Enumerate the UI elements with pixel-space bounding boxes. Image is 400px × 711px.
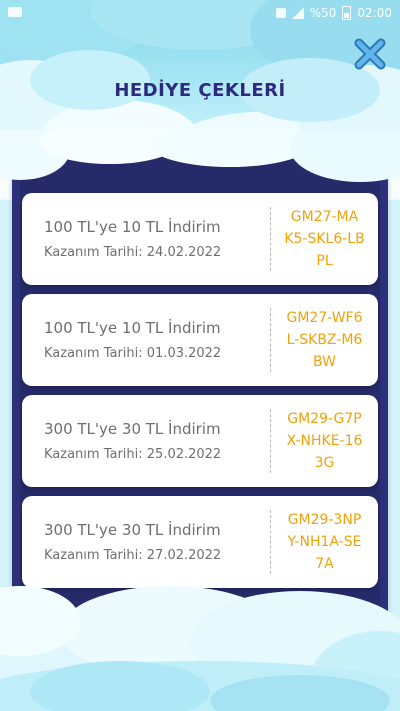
page-title: HEDİYE ÇEKLERİ <box>114 80 286 101</box>
coupon-code-line: Y-NH1A-SE <box>287 534 362 550</box>
coupon-code-line: PL <box>316 253 333 269</box>
status-time: 02:00 <box>357 6 392 20</box>
battery-percent: %50 <box>309 6 337 20</box>
coupon-code-line: BW <box>313 354 336 370</box>
coupon-code-line: GM29-G7P <box>287 411 362 427</box>
coupon-info: 300 TL'ye 30 TL İndirim Kazanım Tarihi: … <box>22 420 270 462</box>
status-bar: %50 02:00 <box>0 0 400 26</box>
coupon-date: Kazanım Tarihi: 24.02.2022 <box>44 245 222 260</box>
battery-icon <box>342 6 352 20</box>
gift-vouchers-screen: %50 02:00 HEDİYE ÇEKLERİ 100 TL'ye 10 TL… <box>0 0 400 711</box>
panel-top-clouds-decoration <box>0 130 400 182</box>
coupon-title: 300 TL'ye 30 TL İndirim <box>44 420 221 438</box>
alarm-icon <box>275 8 286 18</box>
close-icon <box>354 38 386 70</box>
notification-icon <box>8 7 22 17</box>
coupon-info: 300 TL'ye 30 TL İndirim Kazanım Tarihi: … <box>22 521 270 563</box>
bottom-clouds-decoration <box>0 586 400 711</box>
coupon-title: 100 TL'ye 10 TL İndirim <box>44 319 221 337</box>
coupon-code-line: X-NHKE-16 <box>286 433 363 449</box>
coupon-code-line: L-SKBZ-M6 <box>286 332 363 348</box>
signal-icon <box>291 7 304 19</box>
coupon-date: Kazanım Tarihi: 01.03.2022 <box>44 346 222 361</box>
coupon-code-line: 3G <box>314 455 335 471</box>
coupon-card[interactable]: 300 TL'ye 30 TL İndirim Kazanım Tarihi: … <box>22 395 378 487</box>
coupon-card[interactable]: 100 TL'ye 10 TL İndirim Kazanım Tarihi: … <box>22 294 378 386</box>
coupon-code[interactable]: GM27-WF6 L-SKBZ-M6 BW <box>271 307 378 373</box>
coupon-title: 100 TL'ye 10 TL İndirim <box>44 218 221 236</box>
coupon-list: 100 TL'ye 10 TL İndirim Kazanım Tarihi: … <box>22 193 378 588</box>
close-button[interactable] <box>354 38 386 70</box>
coupon-code[interactable]: GM29-G7P X-NHKE-16 3G <box>271 408 378 474</box>
coupon-info: 100 TL'ye 10 TL İndirim Kazanım Tarihi: … <box>22 319 270 361</box>
coupon-date: Kazanım Tarihi: 25.02.2022 <box>44 447 222 462</box>
coupon-info: 100 TL'ye 10 TL İndirim Kazanım Tarihi: … <box>22 218 270 260</box>
coupon-code-line: GM29-3NP <box>287 512 362 528</box>
coupon-code-line: GM27-WF6 <box>286 310 363 326</box>
coupon-code[interactable]: GM27-MA K5-SKL6-LB PL <box>271 206 378 272</box>
coupon-card[interactable]: 100 TL'ye 10 TL İndirim Kazanım Tarihi: … <box>22 193 378 285</box>
coupon-code-line: GM27-MA <box>290 209 359 225</box>
coupon-code-line: K5-SKL6-LB <box>284 231 365 247</box>
coupon-title: 300 TL'ye 30 TL İndirim <box>44 521 221 539</box>
status-indicators: %50 02:00 <box>275 6 392 20</box>
